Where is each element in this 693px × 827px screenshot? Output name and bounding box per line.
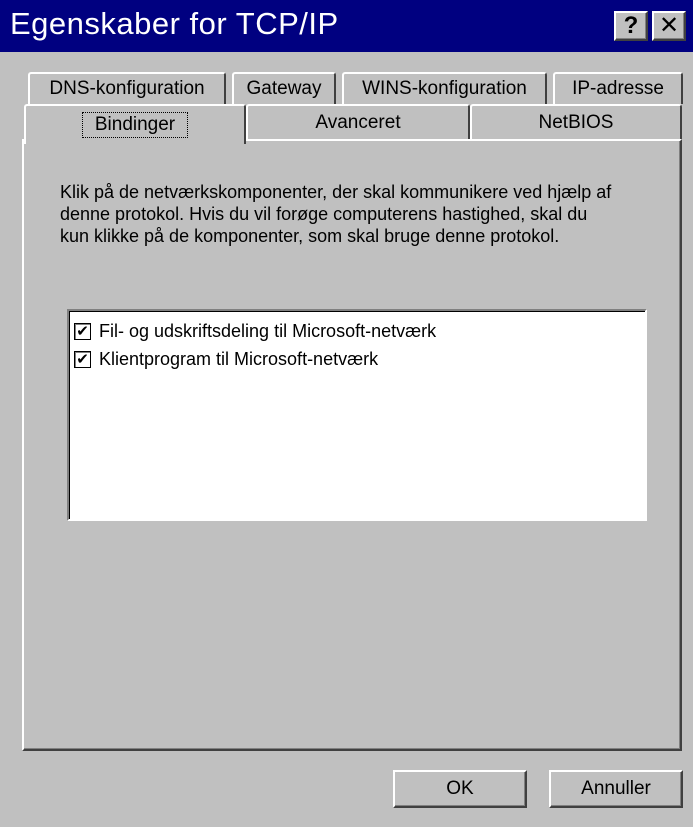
tab-label: Gateway <box>246 78 322 99</box>
list-item-label: Fil- og udskriftsdeling til Microsoft-ne… <box>99 320 437 341</box>
tab-label: NetBIOS <box>538 112 614 133</box>
tab-wins-konfiguration[interactable]: WINS-konfiguration <box>342 72 547 104</box>
close-button[interactable]: ✕ <box>652 11 686 41</box>
bindings-description: Klik på de netværkskomponenter, der skal… <box>60 182 612 246</box>
bindings-list[interactable]: ✔ Fil- og udskriftsdeling til Microsoft-… <box>67 309 647 521</box>
list-item[interactable]: ✔ Klientprogram til Microsoft-netværk <box>74 347 378 371</box>
tab-label: WINS-konfiguration <box>362 78 527 99</box>
help-button[interactable]: ? <box>614 11 648 41</box>
tab-avanceret[interactable]: Avanceret <box>246 104 470 140</box>
tab-label: Avanceret <box>315 112 401 133</box>
tab-dns-konfiguration[interactable]: DNS-konfiguration <box>28 72 226 104</box>
bindings-panel: Klik på de netværkskomponenter, der skal… <box>22 139 682 751</box>
tab-label: Bindinger <box>81 112 189 138</box>
question-mark-icon: ? <box>623 12 639 39</box>
list-item-label: Klientprogram til Microsoft-netværk <box>99 348 379 369</box>
tab-label: DNS-konfiguration <box>49 78 205 99</box>
cancel-button[interactable]: Annuller <box>549 770 683 808</box>
title-bar: Egenskaber for TCP/IP ? ✕ <box>0 0 693 52</box>
ok-button-label: OK <box>446 778 474 799</box>
checkbox-checked-icon[interactable]: ✔ <box>74 322 91 340</box>
tab-netbios[interactable]: NetBIOS <box>470 104 682 140</box>
close-icon: ✕ <box>658 12 680 39</box>
checkbox-checked-icon[interactable]: ✔ <box>74 350 91 368</box>
window-title: Egenskaber for TCP/IP <box>10 6 339 41</box>
tab-label: IP-adresse <box>572 78 664 99</box>
tab-gateway[interactable]: Gateway <box>232 72 336 104</box>
tab-ip-adresse[interactable]: IP-adresse <box>553 72 683 104</box>
cancel-button-label: Annuller <box>581 778 651 799</box>
tab-bindinger[interactable]: Bindinger <box>24 104 246 144</box>
ok-button[interactable]: OK <box>393 770 527 808</box>
list-item[interactable]: ✔ Fil- og udskriftsdeling til Microsoft-… <box>74 319 436 343</box>
